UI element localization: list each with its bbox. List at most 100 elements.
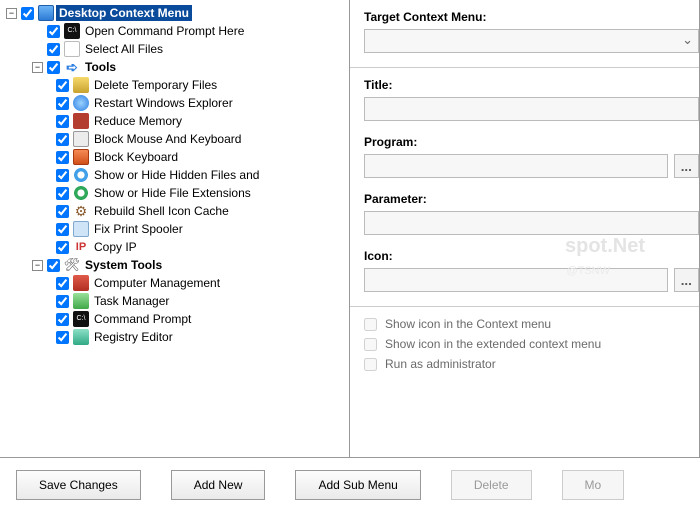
tree-node-tools[interactable]: − ➪ Tools xyxy=(6,58,349,76)
checkbox[interactable] xyxy=(47,259,60,272)
checkbox[interactable] xyxy=(56,313,69,326)
checkbox[interactable] xyxy=(47,43,60,56)
form-panel: Target Context Menu: Title: Program: ...… xyxy=(350,0,699,457)
checkbox[interactable] xyxy=(56,115,69,128)
checkbox[interactable] xyxy=(56,223,69,236)
tree-node[interactable]: Restart Windows Explorer xyxy=(6,94,349,112)
checkbox[interactable] xyxy=(56,133,69,146)
check-label: Run as administrator xyxy=(385,357,496,371)
checkbox[interactable] xyxy=(56,295,69,308)
eye-icon xyxy=(73,167,89,183)
tree-label[interactable]: Show or Hide Hidden Files and xyxy=(91,167,262,183)
checkbox[interactable] xyxy=(56,187,69,200)
tree-node[interactable]: Fix Print Spooler xyxy=(6,220,349,238)
parameter-label: Parameter: xyxy=(364,192,699,206)
arrow-icon: ➪ xyxy=(64,59,80,75)
tree-node-systemtools[interactable]: − 🛠 System Tools xyxy=(6,256,349,274)
printer-icon xyxy=(73,221,89,237)
checkbox[interactable] xyxy=(56,331,69,344)
icon-label: Icon: xyxy=(364,249,699,263)
checkbox[interactable] xyxy=(47,25,60,38)
check-show-icon-ext[interactable]: Show icon in the extended context menu xyxy=(364,337,699,351)
checkbox[interactable] xyxy=(364,318,377,331)
chip-icon xyxy=(73,275,89,291)
keyboard-icon xyxy=(73,131,89,147)
tree-node[interactable]: Block Keyboard xyxy=(6,148,349,166)
tree-label[interactable]: Fix Print Spooler xyxy=(91,221,186,237)
tree-label[interactable]: Computer Management xyxy=(91,275,223,291)
more-button[interactable]: Mo xyxy=(562,470,625,500)
checkbox[interactable] xyxy=(56,97,69,110)
icon-browse-button[interactable]: ... xyxy=(674,268,699,292)
tree-label[interactable]: Block Mouse And Keyboard xyxy=(91,131,244,147)
brick-icon xyxy=(73,113,89,129)
tree-label[interactable]: Rebuild Shell Icon Cache xyxy=(91,203,232,219)
icon-input[interactable] xyxy=(364,268,668,292)
tree-node[interactable]: Task Manager xyxy=(6,292,349,310)
checkbox[interactable] xyxy=(56,169,69,182)
tree-node[interactable]: Delete Temporary Files xyxy=(6,76,349,94)
program-label: Program: xyxy=(364,135,699,149)
checkbox[interactable] xyxy=(56,241,69,254)
task-icon xyxy=(73,293,89,309)
tree-label[interactable]: Delete Temporary Files xyxy=(91,77,220,93)
registry-icon xyxy=(73,329,89,345)
ip-icon: IP xyxy=(73,239,89,255)
checkbox[interactable] xyxy=(47,61,60,74)
bottom-bar: Save Changes Add New Add Sub Menu Delete… xyxy=(0,458,700,512)
checkbox[interactable] xyxy=(56,79,69,92)
checkbox-root[interactable] xyxy=(21,7,34,20)
tree-label[interactable]: Copy IP xyxy=(91,239,140,255)
tree-label[interactable]: Show or Hide File Extensions xyxy=(91,185,254,201)
checkbox[interactable] xyxy=(56,277,69,290)
add-submenu-button[interactable]: Add Sub Menu xyxy=(295,470,420,500)
checkbox[interactable] xyxy=(56,205,69,218)
save-button[interactable]: Save Changes xyxy=(16,470,141,500)
check-show-icon[interactable]: Show icon in the Context menu xyxy=(364,317,699,331)
tree-node[interactable]: Registry Editor xyxy=(6,328,349,346)
delete-button[interactable]: Delete xyxy=(451,470,532,500)
tree-label[interactable]: System Tools xyxy=(82,257,165,273)
tree-node[interactable]: ⚙ Rebuild Shell Icon Cache xyxy=(6,202,349,220)
tree-node[interactable]: Computer Management xyxy=(6,274,349,292)
checkbox[interactable] xyxy=(364,338,377,351)
tree-node-root[interactable]: − Desktop Context Menu xyxy=(6,4,349,22)
add-new-button[interactable]: Add New xyxy=(171,470,266,500)
document-icon xyxy=(64,41,80,57)
collapse-icon[interactable]: − xyxy=(32,260,43,271)
tree-node[interactable]: IP Copy IP xyxy=(6,238,349,256)
tree-label[interactable]: Task Manager xyxy=(91,293,172,309)
tree-node[interactable]: C:\ Command Prompt xyxy=(6,310,349,328)
collapse-icon[interactable]: − xyxy=(6,8,17,19)
tree-panel[interactable]: − Desktop Context Menu C:\ Open Command … xyxy=(0,0,350,457)
tree-label[interactable]: Desktop Context Menu xyxy=(56,5,192,21)
tree-label[interactable]: Tools xyxy=(82,59,119,75)
check-run-admin[interactable]: Run as administrator xyxy=(364,357,699,371)
cmd-icon: C:\ xyxy=(73,311,89,327)
tree-node[interactable]: Reduce Memory xyxy=(6,112,349,130)
target-select[interactable] xyxy=(364,29,699,53)
parameter-input[interactable] xyxy=(364,211,699,235)
collapse-icon[interactable]: − xyxy=(32,62,43,73)
cmd-icon: C:\ xyxy=(64,23,80,39)
program-browse-button[interactable]: ... xyxy=(674,154,699,178)
tree-node[interactable]: Show or Hide Hidden Files and xyxy=(6,166,349,184)
monitor-icon xyxy=(38,5,54,21)
wrench-icon: 🛠 xyxy=(64,257,80,273)
tree-label[interactable]: Block Keyboard xyxy=(91,149,181,165)
title-input[interactable] xyxy=(364,97,699,121)
tree-label[interactable]: Command Prompt xyxy=(91,311,194,327)
tree-label[interactable]: Restart Windows Explorer xyxy=(91,95,236,111)
program-input[interactable] xyxy=(364,154,668,178)
tree-label[interactable]: Select All Files xyxy=(82,41,166,57)
tree-node[interactable]: Select All Files xyxy=(6,40,349,58)
checkbox[interactable] xyxy=(56,151,69,164)
tree-node[interactable]: Block Mouse And Keyboard xyxy=(6,130,349,148)
checkbox[interactable] xyxy=(364,358,377,371)
target-label: Target Context Menu: xyxy=(364,10,699,24)
tree-label[interactable]: Registry Editor xyxy=(91,329,176,345)
tree-label[interactable]: Open Command Prompt Here xyxy=(82,23,247,39)
tree-node[interactable]: C:\ Open Command Prompt Here xyxy=(6,22,349,40)
tree-node[interactable]: Show or Hide File Extensions xyxy=(6,184,349,202)
tree-label[interactable]: Reduce Memory xyxy=(91,113,185,129)
